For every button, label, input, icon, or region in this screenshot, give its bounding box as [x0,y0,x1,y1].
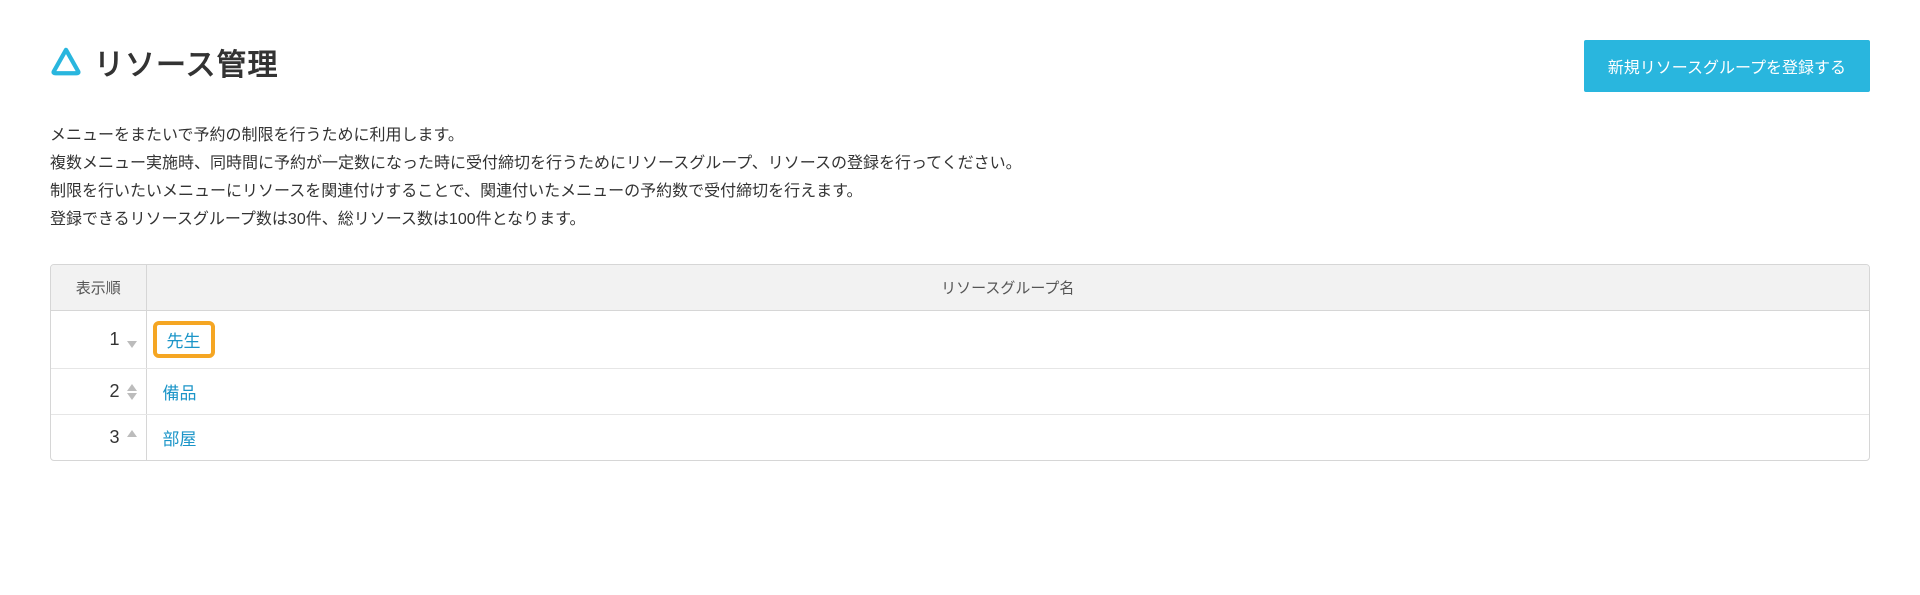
logo-triangle-icon [50,46,82,78]
move-down-icon[interactable] [126,392,138,400]
page-title: リソース管理 [94,40,279,84]
resource-group-link[interactable]: 備品 [163,384,197,403]
table-row: 2 備品 [51,369,1869,415]
resource-group-link[interactable]: 部屋 [163,430,197,449]
description-block: メニューをまたいで予約の制限を行うために利用します。 複数メニュー実施時、同時間… [50,122,1870,234]
move-up-icon[interactable] [126,383,138,391]
new-resource-group-button[interactable]: 新規リソースグループを登録する [1584,40,1870,92]
order-number: 1 [102,329,120,350]
move-down-icon[interactable] [126,340,138,348]
title-group: リソース管理 [50,40,279,84]
description-line: 登録できるリソースグループ数は30件、総リソース数は100件となります。 [50,206,1870,234]
table-row: 1 先生 [51,311,1869,369]
move-up-icon[interactable] [126,429,138,437]
table-row: 3 部屋 [51,415,1869,461]
description-line: メニューをまたいで予約の制限を行うために利用します。 [50,122,1870,150]
highlight-annotation: 先生 [153,321,215,358]
column-header-name: リソースグループ名 [146,265,1869,311]
order-number: 3 [102,427,120,448]
resource-group-table: 表示順 リソースグループ名 1 [50,264,1870,461]
order-number: 2 [102,381,120,402]
description-line: 複数メニュー実施時、同時間に予約が一定数になった時に受付締切を行うためにリソース… [50,150,1870,178]
description-line: 制限を行いたいメニューにリソースを関連付けすることで、関連付いたメニューの予約数… [50,178,1870,206]
resource-group-link[interactable]: 先生 [167,332,201,351]
column-header-order: 表示順 [51,265,146,311]
